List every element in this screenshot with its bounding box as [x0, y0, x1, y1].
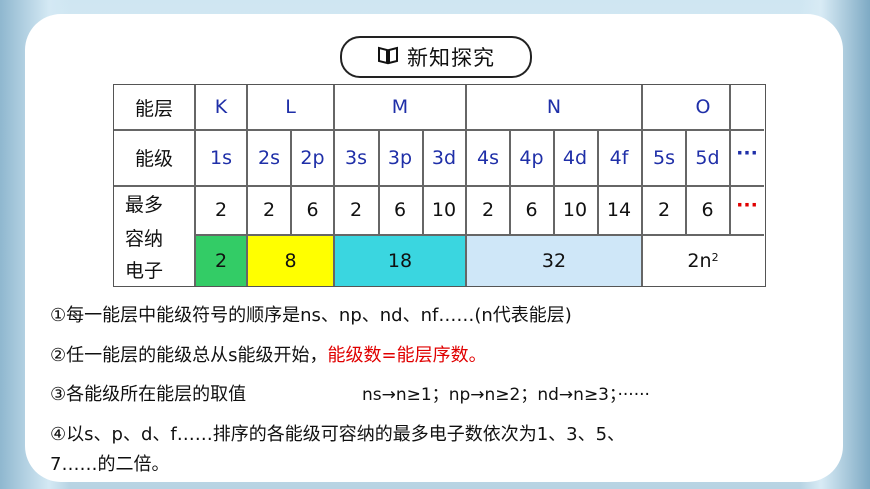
shell-n: N	[546, 96, 562, 118]
note-line-2: ②任一能层的能级总从s能级开始，能级数=能层序数。	[50, 341, 487, 367]
sublevel-cell: 5d	[695, 147, 720, 169]
shell-m: M	[391, 96, 409, 118]
section-header: 新知探究	[340, 36, 532, 78]
sublevel-cell: 3s	[345, 147, 367, 169]
max-electrons-cell: 2	[349, 199, 363, 221]
sublevel-cell: 3p	[387, 147, 413, 169]
max-electrons-cell: 2	[481, 199, 495, 221]
max-electrons-cell: 6	[701, 199, 714, 221]
row-label-shell: 能层	[134, 97, 173, 120]
max-electrons-cell: 2	[657, 199, 671, 221]
shell-total-l: 8	[284, 249, 297, 272]
sublevel-cell: 3d	[431, 147, 457, 169]
sublevel-cell: 1s	[210, 147, 232, 169]
note-line-4a: ④以s、p、d、f……排序的各能级可容纳的最多电子数依次为1、3、5、	[50, 424, 626, 445]
max-electrons-cell: 10	[431, 199, 457, 221]
shell-total-n: 32	[541, 249, 567, 272]
shell-total-k: 2	[214, 249, 228, 272]
note-line-2-prefix: ②任一能层的能级总从s能级开始，	[50, 345, 328, 366]
note-line-3-prefix: ③各能级所在能层的取值	[50, 384, 247, 405]
shell-k: K	[214, 96, 228, 118]
row-label-max-3: 电子	[124, 259, 163, 282]
max-electrons-cell: 14	[606, 199, 632, 221]
energy-level-table: 能层 能级 最多 容纳 电子 K L M N O 1s 2s 2p 3s 3p …	[113, 84, 766, 287]
row-label-max-2: 容纳	[124, 227, 163, 250]
sublevel-cell: 5s	[653, 147, 675, 169]
max-electrons-cell: 6	[525, 199, 538, 221]
sublevel-cell: 4s	[477, 147, 499, 169]
shell-o: O	[695, 96, 711, 118]
max-electrons-cell: 2	[262, 199, 276, 221]
shell-total-o: 2n 2	[642, 235, 764, 286]
max-electrons-cell: 10	[562, 199, 588, 221]
sublevel-cell: 4d	[562, 147, 588, 169]
note-line-1: ①每一能层中能级符号的顺序是ns、np、nd、nf……(n代表能层)	[50, 305, 572, 326]
note-line-2-highlight: 能级数=能层序数。	[327, 345, 487, 366]
sublevel-ellipsis: ···	[736, 142, 758, 164]
shell-total-o-value: 2n	[687, 249, 712, 272]
max-electrons-cell: 6	[393, 199, 407, 221]
max-electrons-cell: 2	[214, 199, 228, 221]
section-title: 新知探究	[407, 46, 495, 70]
max-electrons-cell: 6	[306, 199, 319, 221]
sublevel-cell: 2p	[300, 147, 325, 169]
sublevel-cell: 2s	[258, 147, 280, 169]
shell-l: L	[285, 96, 296, 118]
note-line-3-value: ns→n≥1；np→n≥2；nd→n≥3；······	[362, 385, 650, 405]
shell-total-o-sup: 2	[711, 251, 719, 264]
sublevel-cell: 4p	[519, 147, 544, 169]
row-label-max-1: 最多	[124, 193, 163, 216]
book-icon	[377, 45, 399, 69]
max-electrons-ellipsis: ···	[736, 194, 758, 216]
shell-total-m: 18	[387, 249, 413, 272]
row-label-sublevel: 能级	[134, 147, 173, 170]
sublevel-cell: 4f	[609, 147, 629, 169]
note-line-4b: 7……的二倍。	[50, 454, 170, 475]
